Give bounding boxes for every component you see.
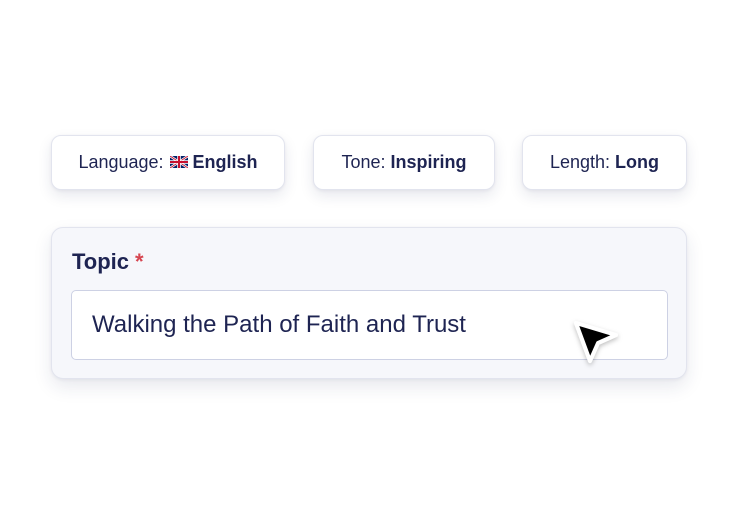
tone-value: Inspiring (390, 152, 467, 172)
language-label: Language: (78, 152, 164, 172)
tone-label: Tone: (341, 152, 386, 172)
topic-label: Topic * (72, 249, 144, 275)
required-marker: * (135, 249, 144, 274)
language-selector[interactable]: Language: English (51, 135, 285, 190)
topic-label-text: Topic (72, 249, 130, 274)
canvas: Language: English Tone: Inspiring Length… (0, 0, 736, 512)
length-selector[interactable]: Length: Long (522, 135, 687, 190)
uk-flag-icon (168, 152, 189, 173)
length-label: Length: (549, 152, 611, 172)
mouse-pointer-icon (568, 315, 624, 371)
length-value: Long (615, 152, 660, 172)
language-value: English (192, 152, 258, 172)
tone-selector[interactable]: Tone: Inspiring (313, 135, 495, 190)
